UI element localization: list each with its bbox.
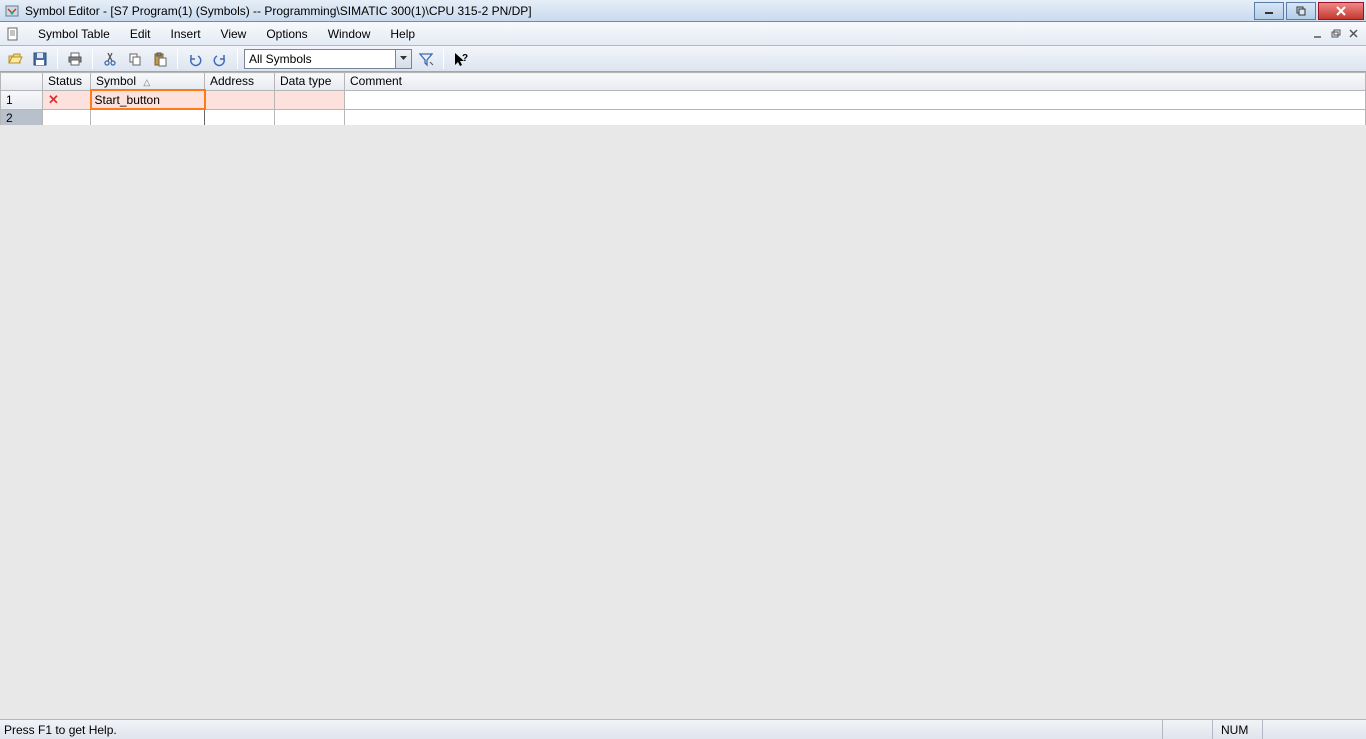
cell-address[interactable] (205, 109, 275, 126)
sort-asc-icon: △ (143, 77, 150, 87)
title-bar: Symbol Editor - [S7 Program(1) (Symbols)… (0, 0, 1366, 22)
toolbar-separator (177, 49, 178, 69)
header-comment[interactable]: Comment (345, 73, 1366, 91)
context-help-button[interactable]: ? (450, 48, 472, 70)
toolbar-separator (57, 49, 58, 69)
cell-comment[interactable] (345, 90, 1366, 109)
mdi-minimize-button[interactable] (1310, 27, 1326, 41)
status-numlock: NUM (1212, 720, 1262, 739)
status-panel-blank (1162, 720, 1212, 739)
maximize-button[interactable] (1286, 2, 1316, 20)
menu-insert[interactable]: Insert (161, 24, 211, 44)
copy-button[interactable] (124, 48, 146, 70)
row-number[interactable]: 1 (1, 90, 43, 109)
symbol-table[interactable]: Status Symbol △ Address Data type Commen… (0, 72, 1366, 127)
cell-comment[interactable] (345, 109, 1366, 126)
table-row[interactable]: 2 (1, 109, 1366, 126)
redo-button[interactable] (209, 48, 231, 70)
window-title: Symbol Editor - [S7 Program(1) (Symbols)… (25, 4, 532, 18)
svg-text:?: ? (462, 53, 468, 64)
save-button[interactable] (29, 48, 51, 70)
cell-datatype[interactable] (275, 90, 345, 109)
header-rownum[interactable] (1, 73, 43, 91)
filter-dropdown-value: All Symbols (245, 52, 395, 66)
chevron-down-icon[interactable] (395, 50, 411, 68)
print-button[interactable] (64, 48, 86, 70)
header-address[interactable]: Address (205, 73, 275, 91)
menu-bar: Symbol Table Edit Insert View Options Wi… (0, 22, 1366, 46)
cell-status[interactable]: ✕ (43, 90, 91, 109)
grid-region: Status Symbol △ Address Data type Commen… (0, 72, 1366, 719)
cell-status[interactable] (43, 109, 91, 126)
filter-settings-button[interactable] (415, 48, 437, 70)
app-icon (4, 3, 20, 19)
cell-symbol[interactable] (91, 109, 205, 126)
undo-button[interactable] (184, 48, 206, 70)
table-row[interactable]: 1 ✕ (1, 90, 1366, 109)
minimize-button[interactable] (1254, 2, 1284, 20)
menu-options[interactable]: Options (256, 24, 317, 44)
header-symbol[interactable]: Symbol △ (91, 73, 205, 91)
paste-button[interactable] (149, 48, 171, 70)
error-icon: ✕ (48, 92, 59, 107)
close-button[interactable] (1318, 2, 1364, 20)
menu-symbol-table[interactable]: Symbol Table (28, 24, 120, 44)
toolbar: All Symbols ? (0, 46, 1366, 72)
menu-view[interactable]: View (211, 24, 257, 44)
header-datatype[interactable]: Data type (275, 73, 345, 91)
menu-window[interactable]: Window (318, 24, 381, 44)
status-panel-blank2 (1262, 720, 1362, 739)
status-bar: Press F1 to get Help. NUM (0, 719, 1366, 739)
toolbar-separator (443, 49, 444, 69)
menu-help[interactable]: Help (380, 24, 425, 44)
row-number[interactable]: 2 (1, 109, 43, 126)
grid-background (0, 125, 1366, 719)
cell-symbol[interactable] (91, 90, 205, 109)
mdi-restore-button[interactable] (1328, 27, 1344, 41)
document-icon (4, 25, 22, 43)
cell-address[interactable] (205, 90, 275, 109)
cell-datatype[interactable] (275, 109, 345, 126)
header-symbol-label: Symbol (96, 74, 136, 88)
status-help-text: Press F1 to get Help. (4, 723, 1162, 737)
toolbar-separator (92, 49, 93, 69)
open-button[interactable] (4, 48, 26, 70)
symbol-input[interactable] (95, 93, 201, 107)
menu-edit[interactable]: Edit (120, 24, 161, 44)
mdi-close-button[interactable] (1346, 27, 1362, 41)
cut-button[interactable] (99, 48, 121, 70)
toolbar-separator (237, 49, 238, 69)
filter-dropdown[interactable]: All Symbols (244, 49, 412, 69)
header-status[interactable]: Status (43, 73, 91, 91)
